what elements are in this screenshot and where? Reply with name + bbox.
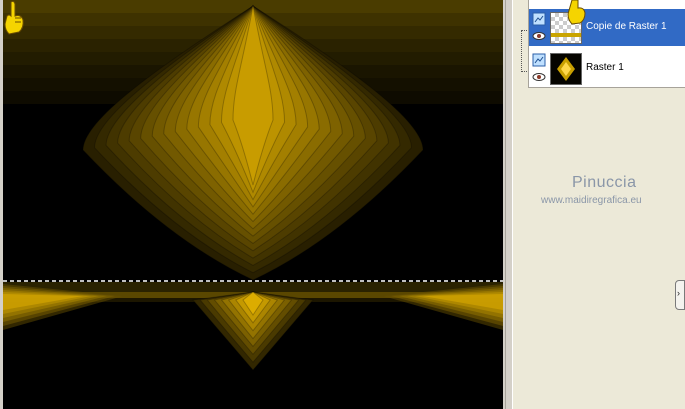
layer-name: Copie de Raster 1 [586, 21, 667, 32]
eye-icon[interactable] [532, 31, 546, 41]
watermark-name: Pinuccia [572, 174, 637, 191]
scroll-arrow-glyph: › [677, 288, 680, 298]
layer-thumbnail [550, 53, 582, 85]
raster-layer-icon [532, 53, 546, 67]
pointing-hand-cursor [4, 0, 24, 35]
layer-name: Raster 1 [586, 62, 624, 73]
watermark-url: www.maidiregrafica.eu [541, 195, 642, 206]
artwork [3, 0, 503, 371]
layer-row-raster-1[interactable]: Raster 1 [529, 50, 685, 87]
image-canvas[interactable] [3, 0, 503, 409]
layers-list: Copie de Raster 1 Raster 1 [528, 0, 685, 88]
scroll-right-arrow-icon[interactable]: › [675, 280, 685, 310]
layer-row-copie-de-raster-1[interactable]: Copie de Raster 1 [529, 9, 685, 46]
canvas-frame [0, 0, 505, 409]
reflection [3, 282, 503, 371]
pointing-hand-cursor [567, 0, 586, 25]
panel-splitter[interactable] [505, 0, 513, 409]
raster-layer-icon [532, 12, 546, 26]
eye-icon[interactable] [532, 72, 546, 82]
